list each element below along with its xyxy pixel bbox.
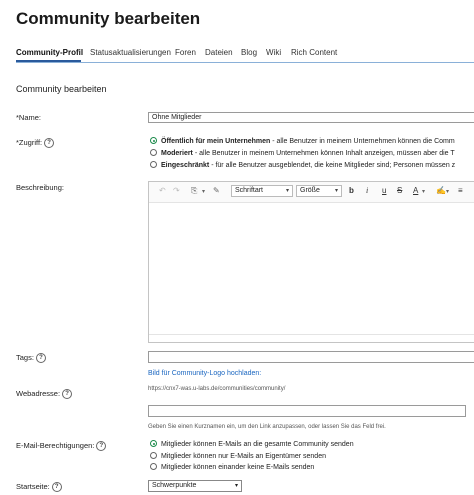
brush-icon[interactable]: ✎ — [213, 186, 220, 195]
underline-icon[interactable]: u — [382, 186, 386, 195]
tab-rich-content[interactable]: Rich Content — [291, 48, 337, 57]
logo-upload-link[interactable]: Bild für Community-Logo hochladen: — [148, 370, 261, 377]
font-color-icon[interactable]: A — [413, 186, 418, 195]
tabs-divider — [16, 62, 474, 63]
start-page-select[interactable]: Schwerpunkte ▾ — [148, 480, 242, 492]
bold-icon[interactable]: b — [349, 186, 354, 195]
radio-icon[interactable] — [150, 149, 157, 156]
tags-label-text: Tags: — [16, 353, 34, 362]
access-option-title: Öffentlich für mein Unternehmen — [161, 138, 271, 145]
access-option-public[interactable]: Öffentlich für mein Unternehmen - alle B… — [150, 137, 455, 145]
start-page-value: Schwerpunkte — [152, 482, 197, 489]
access-option-desc: - alle Benutzer in meinem Unternehmen kö… — [192, 150, 455, 157]
strikethrough-icon[interactable]: S — [397, 186, 402, 195]
email-option-all[interactable]: Mitglieder können E-Mails an die gesamte… — [150, 440, 354, 448]
web-address-label: Webadresse:? — [16, 389, 73, 400]
access-label-text: *Zugriff: — [16, 138, 43, 147]
email-permissions-label-text: E-Mail-Berechtigungen: — [16, 441, 95, 450]
help-icon[interactable]: ? — [96, 441, 107, 452]
tab-community-profil[interactable]: Community-Profil — [16, 48, 83, 57]
access-label: *Zugriff:? — [16, 138, 55, 149]
radio-icon[interactable] — [150, 452, 157, 459]
radio-icon[interactable] — [150, 161, 157, 168]
web-address-hint: Geben Sie einen Kurznamen ein, um den Li… — [148, 424, 386, 430]
tab-dateien[interactable]: Dateien — [205, 48, 233, 57]
email-option-text: Mitglieder können einander keine E-Mails… — [161, 464, 315, 471]
font-size-value: Größe — [300, 187, 320, 194]
start-page-label: Startseite:? — [16, 482, 62, 493]
description-editor[interactable]: ↶ ↷ ⎘ ▾ ✎ Schriftart ▾ Größe ▾ b i u S A ▾… — [148, 181, 474, 343]
page-title: Community bearbeiten — [16, 9, 201, 28]
tab-statusaktualisierungen[interactable]: Statusaktualisierungen — [90, 48, 171, 57]
email-option-none[interactable]: Mitglieder können einander keine E-Mails… — [150, 463, 314, 471]
access-option-title: Moderiert — [161, 150, 193, 157]
tags-label: Tags:? — [16, 353, 46, 364]
editor-status-bar — [149, 334, 474, 342]
email-option-text: Mitglieder können E-Mails an die gesamte… — [161, 441, 354, 448]
radio-icon[interactable] — [150, 463, 157, 470]
email-option-text: Mitglieder können nur E-Mails an Eigentü… — [161, 453, 326, 460]
chevron-down-icon[interactable]: ▾ — [422, 188, 425, 195]
access-option-desc: - für alle Benutzer ausgeblendet, die ke… — [209, 162, 456, 169]
chevron-down-icon: ▾ — [234, 483, 238, 489]
web-address-label-text: Webadresse: — [16, 389, 61, 398]
access-option-moderated[interactable]: Moderiert - alle Benutzer in meinem Unte… — [150, 149, 455, 157]
email-option-owners[interactable]: Mitglieder können nur E-Mails an Eigentü… — [150, 452, 326, 460]
name-input[interactable]: Ohne Mitglieder — [148, 112, 474, 123]
tab-blog[interactable]: Blog — [241, 48, 257, 57]
web-address-input[interactable] — [148, 405, 466, 417]
paste-icon[interactable]: ⎘ — [191, 186, 197, 196]
access-option-title: Eingeschränkt — [161, 162, 210, 169]
name-label: *Name: — [16, 113, 42, 122]
help-icon[interactable]: ? — [62, 389, 73, 400]
chevron-down-icon[interactable]: ▾ — [202, 188, 205, 195]
highlight-icon[interactable]: ✍ — [436, 186, 446, 195]
tab-foren[interactable]: Foren — [175, 48, 196, 57]
chevron-down-icon[interactable]: ▾ — [446, 188, 449, 195]
font-size-select[interactable]: Größe ▾ — [296, 185, 342, 197]
chevron-down-icon: ▾ — [285, 188, 289, 194]
web-address-url: https://cnx7-was.u-labs.de/communities/c… — [148, 386, 286, 392]
redo-icon[interactable]: ↷ — [173, 186, 180, 195]
radio-selected-icon[interactable] — [150, 137, 157, 144]
help-icon[interactable]: ? — [51, 482, 62, 493]
access-option-restricted[interactable]: Eingeschränkt - für alle Benutzer ausgeb… — [150, 161, 455, 169]
description-label: Beschreibung: — [16, 183, 64, 192]
help-icon[interactable]: ? — [44, 138, 55, 149]
chevron-down-icon: ▾ — [334, 188, 338, 194]
radio-selected-icon[interactable] — [150, 440, 157, 447]
align-icon[interactable]: ≡ — [458, 186, 463, 195]
start-page-label-text: Startseite: — [16, 482, 50, 491]
undo-icon[interactable]: ↶ — [159, 186, 166, 195]
section-title: Community bearbeiten — [16, 84, 107, 94]
tab-wiki[interactable]: Wiki — [266, 48, 281, 57]
help-icon[interactable]: ? — [35, 353, 46, 364]
access-option-desc: - alle Benutzer in meinem Unternehmen kö… — [270, 138, 455, 145]
italic-icon[interactable]: i — [366, 186, 368, 195]
email-permissions-label: E-Mail-Berechtigungen:? — [16, 441, 107, 452]
font-family-select[interactable]: Schriftart ▾ — [231, 185, 293, 197]
font-family-value: Schriftart — [235, 187, 264, 194]
tags-input[interactable] — [148, 351, 474, 363]
editor-toolbar: ↶ ↷ ⎘ ▾ ✎ Schriftart ▾ Größe ▾ b i u S A ▾… — [149, 182, 474, 203]
